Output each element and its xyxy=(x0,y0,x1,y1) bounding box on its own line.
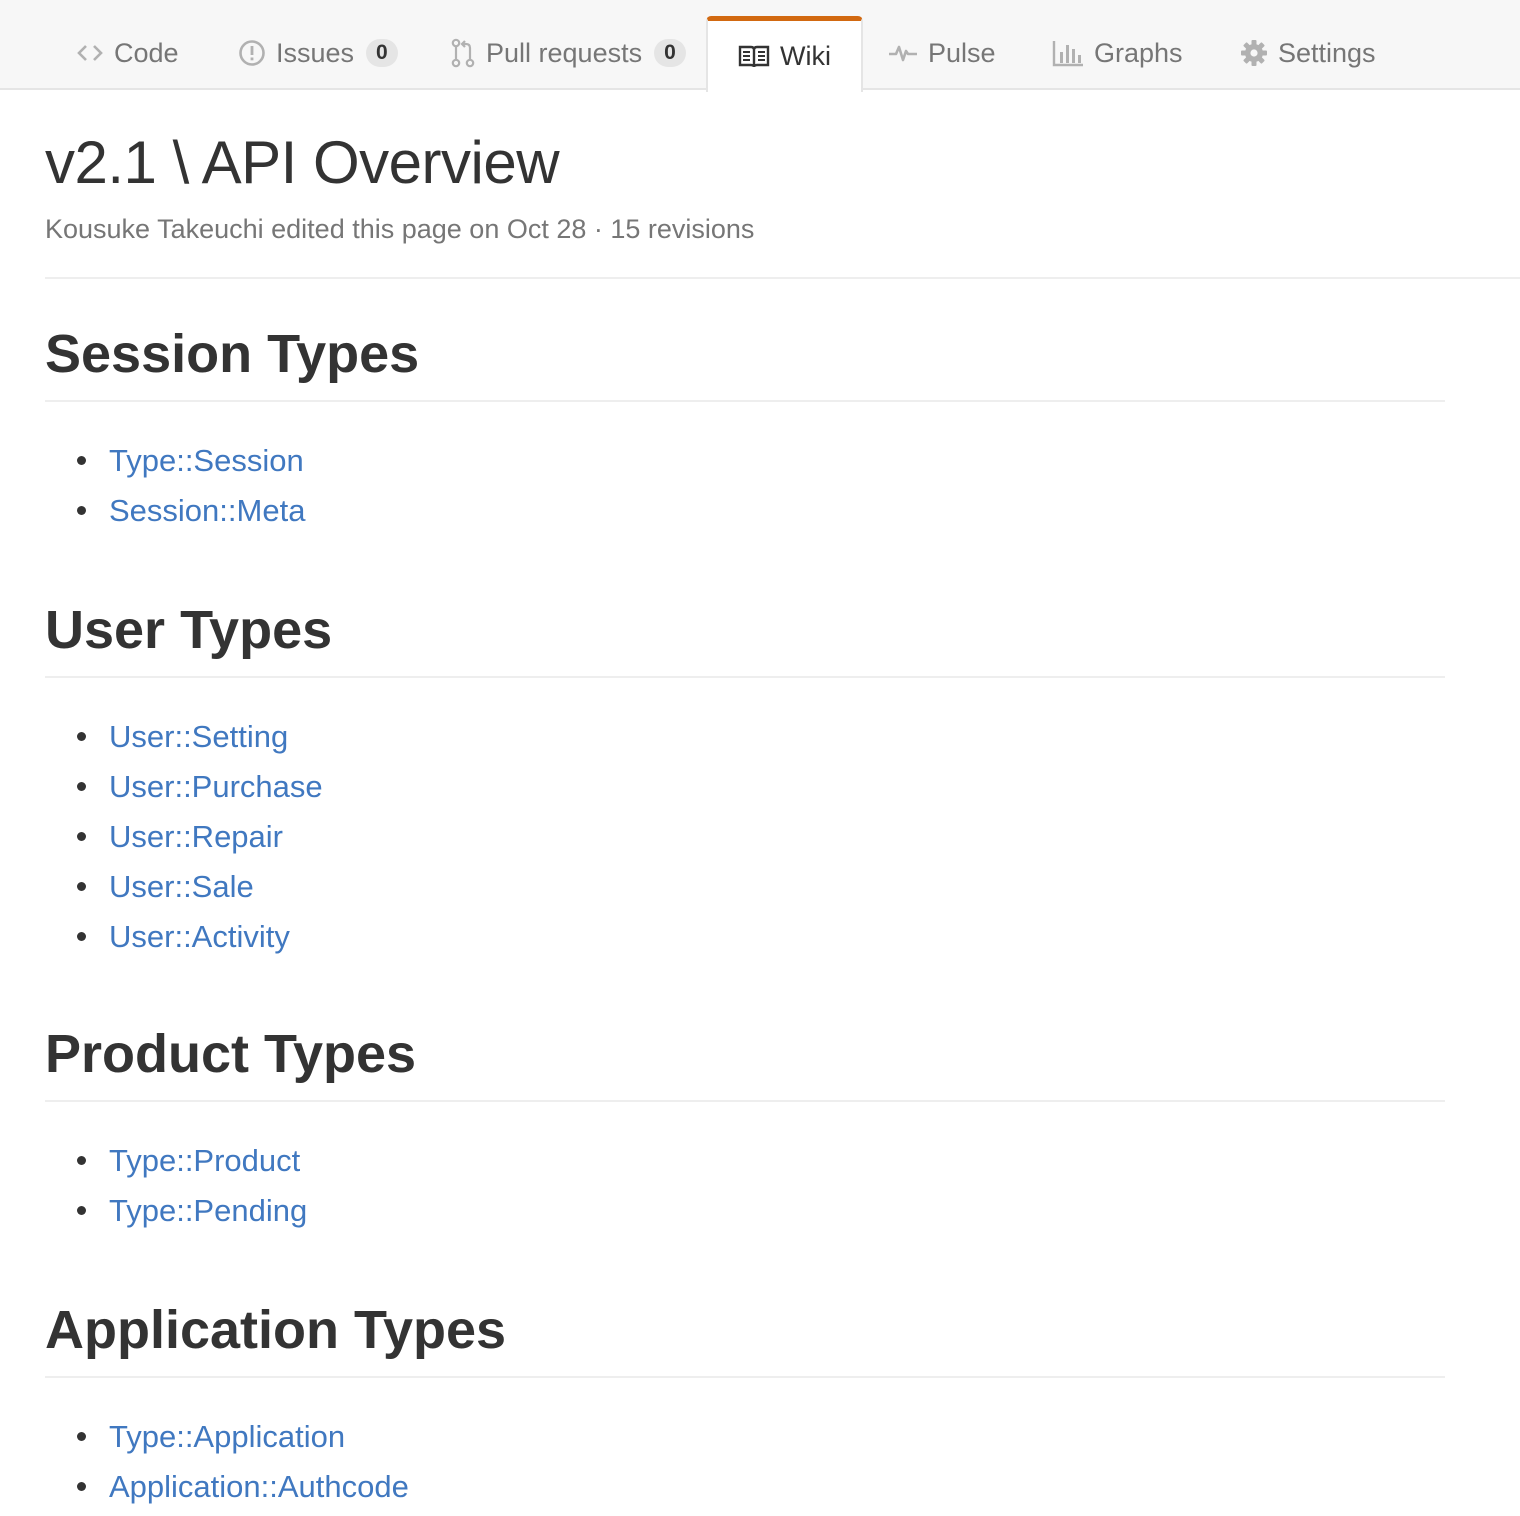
wiki-link-type-application[interactable]: Type::Application xyxy=(109,1419,345,1454)
tab-pulse[interactable]: Pulse xyxy=(888,16,996,90)
list-item: User::Activity xyxy=(45,916,1445,966)
bullet xyxy=(77,1206,86,1215)
list-item: User::Sale xyxy=(45,866,1445,916)
section-heading: User Types xyxy=(45,594,1445,678)
wiki-link-session-meta[interactable]: Session::Meta xyxy=(109,493,305,528)
tab-issues[interactable]: Issues 0 xyxy=(238,16,398,90)
list-item: Type::Pending xyxy=(45,1190,1445,1240)
wiki-link-type-pending[interactable]: Type::Pending xyxy=(109,1193,307,1228)
section-heading: Application Types xyxy=(45,1294,1445,1378)
wiki-link-type-product[interactable]: Type::Product xyxy=(109,1143,300,1178)
wiki-link-user-sale[interactable]: User::Sale xyxy=(109,869,254,904)
issues-counter: 0 xyxy=(366,39,398,67)
bullet xyxy=(77,882,86,891)
wiki-link-user-repair[interactable]: User::Repair xyxy=(109,819,283,854)
bullet xyxy=(77,832,86,841)
tab-label: Graphs xyxy=(1094,37,1183,68)
link-list: Type::Application Application::Authcode xyxy=(45,1416,1445,1516)
section-heading: Session Types xyxy=(45,318,1445,402)
list-item: User::Purchase xyxy=(45,766,1445,816)
bullet xyxy=(77,1432,86,1441)
repo-nav-tabs: Code Issues 0 Pull requests 0 Wiki Pulse… xyxy=(0,0,1520,92)
link-list: Type::Session Session::Meta xyxy=(45,440,1445,540)
tab-label: Pulse xyxy=(928,37,996,68)
graph-icon xyxy=(1052,39,1084,67)
wiki-link-user-activity[interactable]: User::Activity xyxy=(109,919,290,954)
link-list: Type::Product Type::Pending xyxy=(45,1140,1445,1240)
page-edit-meta: Kousuke Takeuchi edited this page on Oct… xyxy=(45,214,755,244)
bullet xyxy=(77,732,86,741)
gear-icon xyxy=(1240,39,1268,67)
section-session-types: Session Types Type::Session Session::Met… xyxy=(45,318,1445,540)
tab-label: Settings xyxy=(1278,37,1376,68)
bullet xyxy=(77,782,86,791)
tab-settings[interactable]: Settings xyxy=(1240,16,1376,90)
tab-pull-requests[interactable]: Pull requests 0 xyxy=(450,16,686,90)
tab-label: Wiki xyxy=(780,41,831,71)
tab-label: Code xyxy=(114,37,179,68)
git-pull-request-icon xyxy=(450,38,476,68)
wiki-link-type-session[interactable]: Type::Session xyxy=(109,443,304,478)
list-item: Type::Product xyxy=(45,1140,1445,1190)
wiki-link-application-authcode[interactable]: Application::Authcode xyxy=(109,1469,409,1504)
bullet xyxy=(77,1482,86,1491)
tab-code[interactable]: Code xyxy=(76,16,179,90)
bullet xyxy=(77,506,86,515)
section-user-types: User Types User::Setting User::Purchase … xyxy=(45,594,1445,966)
wiki-link-user-setting[interactable]: User::Setting xyxy=(109,719,288,754)
issue-opened-icon xyxy=(238,39,266,67)
list-item: Application::Authcode xyxy=(45,1466,1445,1516)
bullet xyxy=(77,456,86,465)
pulse-icon xyxy=(888,41,918,65)
tab-graphs[interactable]: Graphs xyxy=(1052,16,1183,90)
pull-requests-counter: 0 xyxy=(654,39,686,67)
section-heading: Product Types xyxy=(45,1018,1445,1102)
list-item: User::Repair xyxy=(45,816,1445,866)
tab-label: Issues xyxy=(276,37,355,68)
list-item: Session::Meta xyxy=(45,490,1445,540)
wiki-link-user-purchase[interactable]: User::Purchase xyxy=(109,769,323,804)
section-product-types: Product Types Type::Product Type::Pendin… xyxy=(45,1018,1445,1240)
section-application-types: Application Types Type::Application Appl… xyxy=(45,1294,1445,1516)
tab-wiki[interactable]: Wiki xyxy=(706,16,863,92)
bullet xyxy=(77,932,86,941)
tab-label: Pull requests xyxy=(486,37,643,68)
list-item: Type::Session xyxy=(45,440,1445,490)
book-icon xyxy=(738,44,770,70)
code-icon xyxy=(76,41,104,65)
link-list: User::Setting User::Purchase User::Repai… xyxy=(45,716,1445,966)
list-item: User::Setting xyxy=(45,716,1445,766)
page-title: v2.1 \ API Overview xyxy=(45,129,560,196)
list-item: Type::Application xyxy=(45,1416,1445,1466)
header-divider xyxy=(45,277,1520,279)
bullet xyxy=(77,1156,86,1165)
